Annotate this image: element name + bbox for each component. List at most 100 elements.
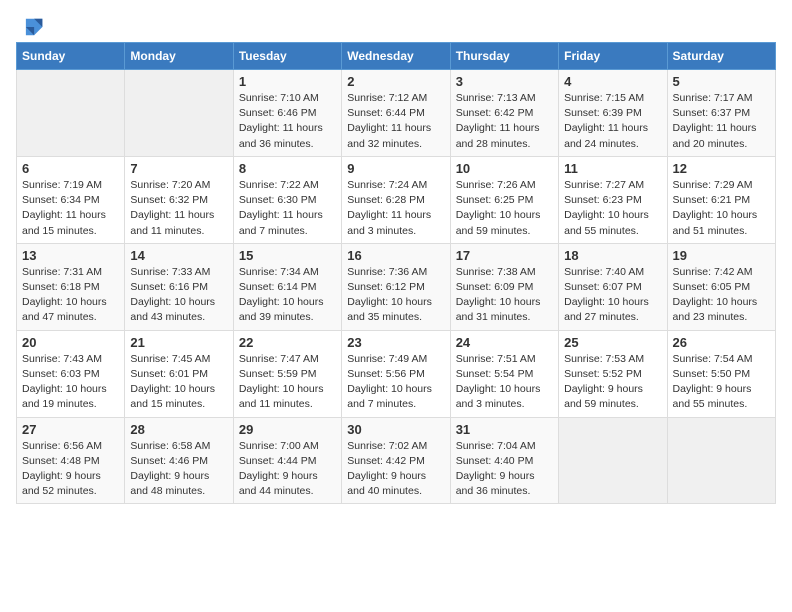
day-info: Sunrise: 7:54 AM Sunset: 5:50 PM Dayligh… [673, 352, 770, 413]
day-info: Sunrise: 7:36 AM Sunset: 6:12 PM Dayligh… [347, 265, 444, 326]
day-number: 3 [456, 74, 553, 89]
day-info: Sunrise: 7:19 AM Sunset: 6:34 PM Dayligh… [22, 178, 119, 239]
day-number: 2 [347, 74, 444, 89]
day-info: Sunrise: 7:17 AM Sunset: 6:37 PM Dayligh… [673, 91, 770, 152]
day-number: 11 [564, 161, 661, 176]
day-number: 8 [239, 161, 336, 176]
day-number: 14 [130, 248, 227, 263]
calendar-cell [17, 70, 125, 157]
day-number: 21 [130, 335, 227, 350]
day-info: Sunrise: 7:20 AM Sunset: 6:32 PM Dayligh… [130, 178, 227, 239]
calendar-week-1: 1 Sunrise: 7:10 AM Sunset: 6:46 PM Daylig… [17, 70, 776, 157]
calendar-cell: 24Sunrise: 7:51 AM Sunset: 5:54 PM Dayli… [450, 330, 558, 417]
calendar-cell: 5 Sunrise: 7:17 AM Sunset: 6:37 PM Daylig… [667, 70, 775, 157]
weekday-header-tuesday: Tuesday [233, 43, 341, 70]
day-number: 6 [22, 161, 119, 176]
day-number: 28 [130, 422, 227, 437]
day-number: 27 [22, 422, 119, 437]
calendar-cell: 27 Sunrise: 6:56 AM Sunset: 4:48 PM Dayli… [17, 417, 125, 504]
weekday-header-sunday: Sunday [17, 43, 125, 70]
day-info: Sunrise: 7:02 AM Sunset: 4:42 PM Dayligh… [347, 439, 444, 500]
day-number: 24 [456, 335, 553, 350]
calendar-cell [125, 70, 233, 157]
day-info: Sunrise: 6:58 AM Sunset: 4:46 PM Dayligh… [130, 439, 227, 500]
day-info: Sunrise: 7:45 AM Sunset: 6:01 PM Dayligh… [130, 352, 227, 413]
calendar-cell: 4 Sunrise: 7:15 AM Sunset: 6:39 PM Daylig… [559, 70, 667, 157]
day-number: 22 [239, 335, 336, 350]
day-info: Sunrise: 7:26 AM Sunset: 6:25 PM Dayligh… [456, 178, 553, 239]
calendar-cell: 10 Sunrise: 7:26 AM Sunset: 6:25 PM Dayli… [450, 156, 558, 243]
day-info: Sunrise: 7:24 AM Sunset: 6:28 PM Dayligh… [347, 178, 444, 239]
calendar-cell: 31Sunrise: 7:04 AM Sunset: 4:40 PM Dayli… [450, 417, 558, 504]
calendar-cell: 26 Sunrise: 7:54 AM Sunset: 5:50 PM Dayli… [667, 330, 775, 417]
day-info: Sunrise: 7:12 AM Sunset: 6:44 PM Dayligh… [347, 91, 444, 152]
day-number: 12 [673, 161, 770, 176]
day-info: Sunrise: 7:22 AM Sunset: 6:30 PM Dayligh… [239, 178, 336, 239]
calendar-cell: 12 Sunrise: 7:29 AM Sunset: 6:21 PM Dayli… [667, 156, 775, 243]
calendar-week-2: 6 Sunrise: 7:19 AM Sunset: 6:34 PM Daylig… [17, 156, 776, 243]
calendar-cell: 20 Sunrise: 7:43 AM Sunset: 6:03 PM Dayli… [17, 330, 125, 417]
calendar-cell: 13 Sunrise: 7:31 AM Sunset: 6:18 PM Dayli… [17, 243, 125, 330]
day-info: Sunrise: 7:10 AM Sunset: 6:46 PM Dayligh… [239, 91, 336, 152]
day-number: 13 [22, 248, 119, 263]
weekday-row: SundayMondayTuesdayWednesdayThursdayFrid… [17, 43, 776, 70]
calendar-cell [667, 417, 775, 504]
calendar-body: 1 Sunrise: 7:10 AM Sunset: 6:46 PM Daylig… [17, 70, 776, 504]
day-info: Sunrise: 7:42 AM Sunset: 6:05 PM Dayligh… [673, 265, 770, 326]
day-info: Sunrise: 7:47 AM Sunset: 5:59 PM Dayligh… [239, 352, 336, 413]
day-number: 5 [673, 74, 770, 89]
calendar-cell: 2 Sunrise: 7:12 AM Sunset: 6:44 PM Daylig… [342, 70, 450, 157]
calendar-cell: 19 Sunrise: 7:42 AM Sunset: 6:05 PM Dayli… [667, 243, 775, 330]
day-number: 1 [239, 74, 336, 89]
day-info: Sunrise: 6:56 AM Sunset: 4:48 PM Dayligh… [22, 439, 119, 500]
day-info: Sunrise: 7:15 AM Sunset: 6:39 PM Dayligh… [564, 91, 661, 152]
calendar-header: SundayMondayTuesdayWednesdayThursdayFrid… [17, 43, 776, 70]
day-number: 26 [673, 335, 770, 350]
day-number: 30 [347, 422, 444, 437]
day-info: Sunrise: 7:40 AM Sunset: 6:07 PM Dayligh… [564, 265, 661, 326]
calendar-cell: 7 Sunrise: 7:20 AM Sunset: 6:32 PM Daylig… [125, 156, 233, 243]
day-number: 23 [347, 335, 444, 350]
day-info: Sunrise: 7:34 AM Sunset: 6:14 PM Dayligh… [239, 265, 336, 326]
day-info: Sunrise: 7:29 AM Sunset: 6:21 PM Dayligh… [673, 178, 770, 239]
day-number: 25 [564, 335, 661, 350]
calendar-cell: 11 Sunrise: 7:27 AM Sunset: 6:23 PM Dayli… [559, 156, 667, 243]
calendar-cell: 15 Sunrise: 7:34 AM Sunset: 6:14 PM Dayli… [233, 243, 341, 330]
calendar-cell: 22 Sunrise: 7:47 AM Sunset: 5:59 PM Dayli… [233, 330, 341, 417]
calendar-week-3: 13 Sunrise: 7:31 AM Sunset: 6:18 PM Dayli… [17, 243, 776, 330]
weekday-header-saturday: Saturday [667, 43, 775, 70]
weekday-header-thursday: Thursday [450, 43, 558, 70]
day-info: Sunrise: 7:27 AM Sunset: 6:23 PM Dayligh… [564, 178, 661, 239]
day-number: 10 [456, 161, 553, 176]
calendar-cell: 17 Sunrise: 7:38 AM Sunset: 6:09 PM Dayli… [450, 243, 558, 330]
day-info: Sunrise: 7:53 AM Sunset: 5:52 PM Dayligh… [564, 352, 661, 413]
calendar-cell: 25 Sunrise: 7:53 AM Sunset: 5:52 PM Dayli… [559, 330, 667, 417]
weekday-header-monday: Monday [125, 43, 233, 70]
day-info: Sunrise: 7:00 AM Sunset: 4:44 PM Dayligh… [239, 439, 336, 500]
day-info: Sunrise: 7:38 AM Sunset: 6:09 PM Dayligh… [456, 265, 553, 326]
day-info: Sunrise: 7:31 AM Sunset: 6:18 PM Dayligh… [22, 265, 119, 326]
day-number: 29 [239, 422, 336, 437]
day-number: 4 [564, 74, 661, 89]
day-info: Sunrise: 7:43 AM Sunset: 6:03 PM Dayligh… [22, 352, 119, 413]
calendar-cell: 28 Sunrise: 6:58 AM Sunset: 4:46 PM Dayli… [125, 417, 233, 504]
day-number: 15 [239, 248, 336, 263]
weekday-header-wednesday: Wednesday [342, 43, 450, 70]
day-number: 17 [456, 248, 553, 263]
calendar-cell: 3Sunrise: 7:13 AM Sunset: 6:42 PM Daylig… [450, 70, 558, 157]
day-info: Sunrise: 7:33 AM Sunset: 6:16 PM Dayligh… [130, 265, 227, 326]
logo [16, 16, 48, 38]
calendar-cell: 21 Sunrise: 7:45 AM Sunset: 6:01 PM Dayli… [125, 330, 233, 417]
day-number: 19 [673, 248, 770, 263]
page-header [16, 16, 776, 38]
calendar-cell: 23Sunrise: 7:49 AM Sunset: 5:56 PM Dayli… [342, 330, 450, 417]
day-number: 16 [347, 248, 444, 263]
calendar-cell: 30 Sunrise: 7:02 AM Sunset: 4:42 PM Dayli… [342, 417, 450, 504]
calendar-cell: 8 Sunrise: 7:22 AM Sunset: 6:30 PM Daylig… [233, 156, 341, 243]
day-number: 7 [130, 161, 227, 176]
day-number: 18 [564, 248, 661, 263]
calendar-cell: 9Sunrise: 7:24 AM Sunset: 6:28 PM Daylig… [342, 156, 450, 243]
day-number: 20 [22, 335, 119, 350]
calendar-table: SundayMondayTuesdayWednesdayThursdayFrid… [16, 42, 776, 504]
calendar-week-4: 20 Sunrise: 7:43 AM Sunset: 6:03 PM Dayli… [17, 330, 776, 417]
